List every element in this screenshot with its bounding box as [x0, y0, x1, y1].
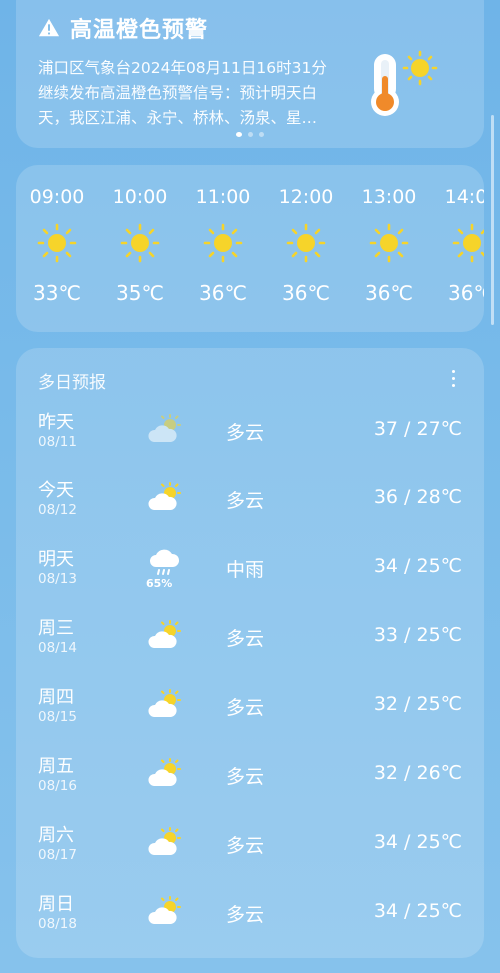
hour-item: 12:00 36℃: [274, 183, 338, 305]
forecast-day: 周三: [38, 618, 74, 639]
hour-time: 13:00: [361, 186, 417, 208]
forecast-day: 明天: [38, 549, 74, 570]
forecast-day: 周五: [38, 756, 74, 777]
forecast-temp-range: 32 / 26℃: [373, 762, 462, 784]
hour-item: 11:00 36℃: [191, 183, 255, 305]
hour-item: 09:00 33℃: [25, 183, 89, 305]
forecast-condition: 多云: [226, 490, 265, 512]
forecast-temp-range: 34 / 25℃: [373, 900, 462, 922]
forecast-row[interactable]: 昨天 08/11 多云 37 / 27℃: [16, 408, 484, 476]
forecast-condition: 多云: [226, 904, 265, 926]
daily-forecast-title: 多日预报: [38, 373, 106, 393]
forecast-date: 08/15: [38, 709, 77, 725]
forecast-day: 周日: [38, 894, 74, 915]
hour-temp: 35℃: [116, 281, 164, 305]
sun-icon: [203, 223, 243, 263]
forecast-day: 昨天: [38, 412, 74, 433]
sun-icon: [37, 223, 77, 263]
hour-time: 14:00: [444, 186, 484, 208]
partly-cloudy-icon: [148, 689, 181, 717]
forecast-date: 08/17: [38, 847, 77, 863]
forecast-temp-range: 36 / 28℃: [373, 486, 462, 508]
forecast-condition: 多云: [226, 766, 265, 788]
forecast-row[interactable]: 明天 08/13 65% 中雨 34 / 25℃: [16, 545, 484, 613]
hour-time: 10:00: [112, 186, 168, 208]
forecast-temp-range: 32 / 25℃: [373, 693, 462, 715]
warning-triangle-icon: [38, 18, 60, 37]
hourly-forecast-card[interactable]: 09:00 33℃ 10:00 35℃ 11:00 36℃ 12:00 36℃ …: [16, 165, 484, 332]
partly-cloudy-icon: [148, 827, 181, 855]
forecast-temp-range: 34 / 25℃: [373, 831, 462, 853]
page-dot: [259, 132, 264, 137]
precip-probability: 65%: [146, 577, 173, 590]
forecast-date: 08/12: [38, 502, 77, 518]
forecast-day: 今天: [38, 480, 74, 501]
hour-temp: 36℃: [282, 281, 330, 305]
forecast-row[interactable]: 周六 08/17 多云 34 / 25℃: [16, 821, 484, 889]
rain-cloud-icon: [150, 549, 180, 575]
forecast-row[interactable]: 周四 08/15 多云 32 / 25℃: [16, 683, 484, 751]
hour-item: 14:00 36℃: [440, 183, 484, 305]
page-dot-active: [236, 132, 242, 137]
forecast-condition: 多云: [226, 422, 265, 444]
hour-temp: 36℃: [199, 281, 247, 305]
sun-icon: [120, 223, 160, 263]
partly-cloudy-icon: [148, 620, 181, 648]
hour-temp: 36℃: [365, 281, 413, 305]
alert-text: 浦口区气象台2024年08月11日16时31分继续发布高温橙色预警信号：预计明天…: [38, 59, 327, 127]
alert-header: 高温橙色预警: [38, 8, 462, 48]
forecast-condition: 多云: [226, 628, 265, 650]
hour-time: 12:00: [278, 186, 334, 208]
hour-item: 10:00 35℃: [108, 183, 172, 305]
partly-cloudy-icon: [148, 758, 181, 786]
scrollbar[interactable]: [491, 115, 494, 325]
forecast-date: 08/16: [38, 778, 77, 794]
forecast-row[interactable]: 周五 08/16 多云 32 / 26℃: [16, 752, 484, 820]
daily-forecast-card[interactable]: 多日预报 昨天 08/11 多云 37 / 27℃ 今天 08/12 多云 36…: [16, 348, 484, 958]
hour-time: 11:00: [195, 186, 251, 208]
forecast-day: 周四: [38, 687, 74, 708]
forecast-row[interactable]: 今天 08/12 多云 36 / 28℃: [16, 476, 484, 544]
forecast-temp-range: 37 / 27℃: [373, 418, 462, 440]
hour-time: 09:00: [29, 186, 85, 208]
forecast-temp-range: 33 / 25℃: [373, 624, 462, 646]
forecast-temp-range: 34 / 25℃: [373, 555, 462, 577]
partly-cloudy-icon: [148, 414, 181, 442]
hour-temp: 33℃: [33, 281, 81, 305]
forecast-row[interactable]: 周三 08/14 多云 33 / 25℃: [16, 614, 484, 682]
forecast-date: 08/14: [38, 640, 77, 656]
page-dot: [248, 132, 253, 137]
sun-icon: [452, 223, 484, 263]
thermometer-sun-icon: [371, 50, 438, 116]
forecast-condition: 多云: [226, 697, 265, 719]
alert-title: 高温橙色预警: [70, 18, 209, 43]
hour-item: 13:00 36℃: [357, 183, 421, 305]
forecast-condition: 多云: [226, 835, 265, 857]
hour-temp: 36℃: [448, 281, 484, 305]
forecast-date: 08/18: [38, 916, 77, 932]
more-vertical-icon[interactable]: [450, 370, 456, 388]
sun-icon: [286, 223, 326, 263]
forecast-date: 08/11: [38, 434, 77, 450]
forecast-day: 周六: [38, 825, 74, 846]
forecast-date: 08/13: [38, 571, 77, 587]
forecast-condition: 中雨: [226, 559, 265, 581]
partly-cloudy-icon: [148, 482, 181, 510]
partly-cloudy-icon: [148, 896, 181, 924]
page-indicator: [16, 132, 484, 137]
forecast-row[interactable]: 周日 08/18 多云 34 / 25℃: [16, 890, 484, 958]
sun-icon: [369, 223, 409, 263]
alert-card[interactable]: 高温橙色预警 浦口区气象台2024年08月11日16时31分继续发布高温橙色预警…: [16, 0, 484, 148]
